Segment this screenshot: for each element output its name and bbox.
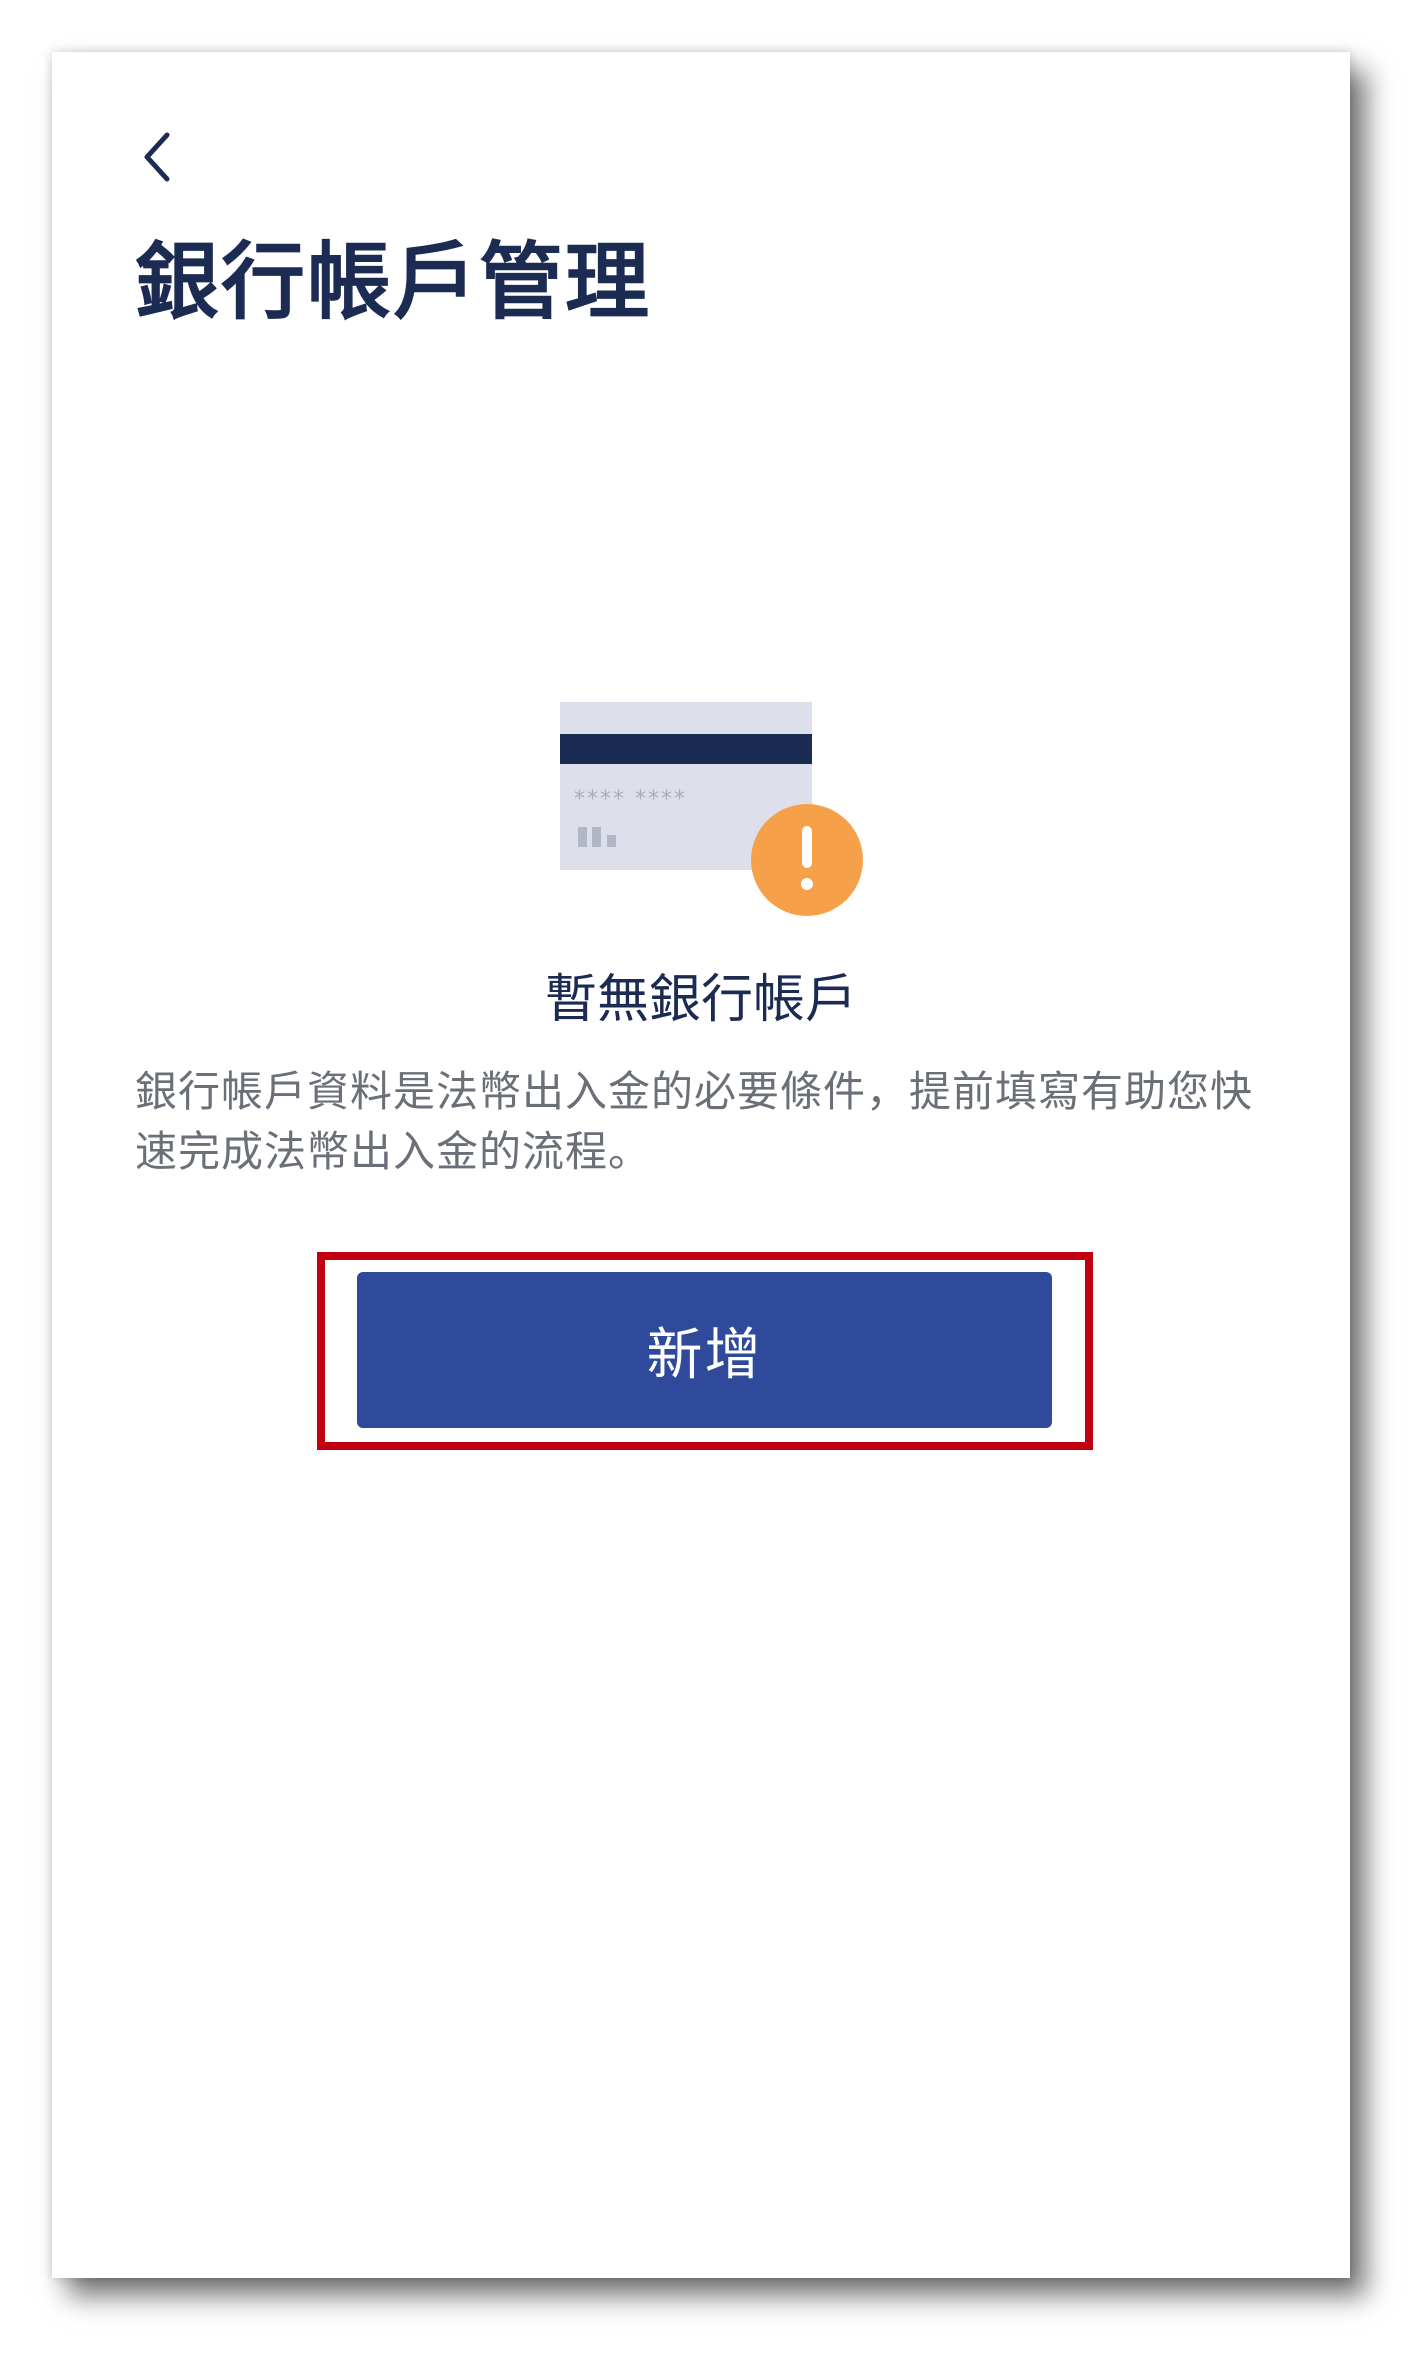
bank-card-warning-icon: **** **** <box>560 694 870 919</box>
page-title: 銀行帳戶管理 <box>135 233 652 331</box>
app-screen: 銀行帳戶管理 **** **** 暫無銀行帳戶 銀行帳戶資料是法幣出入金的必要條… <box>52 52 1350 2278</box>
empty-state-title: 暫無銀行帳戶 <box>544 970 857 1030</box>
add-bank-account-button[interactable]: 新增 <box>357 1272 1052 1428</box>
card-stripe <box>560 734 812 764</box>
screenshot-canvas: 銀行帳戶管理 **** **** 暫無銀行帳戶 銀行帳戶資料是法幣出入金的必要條… <box>0 0 1425 2369</box>
back-button[interactable] <box>122 122 192 192</box>
card-masked-number: **** **** <box>574 787 687 812</box>
chevron-left-icon <box>144 132 170 182</box>
empty-state-description: 銀行帳戶資料是法幣出入金的必要條件，提前填寫有助您快速完成法幣出入金的流程。 <box>135 1067 1254 1176</box>
